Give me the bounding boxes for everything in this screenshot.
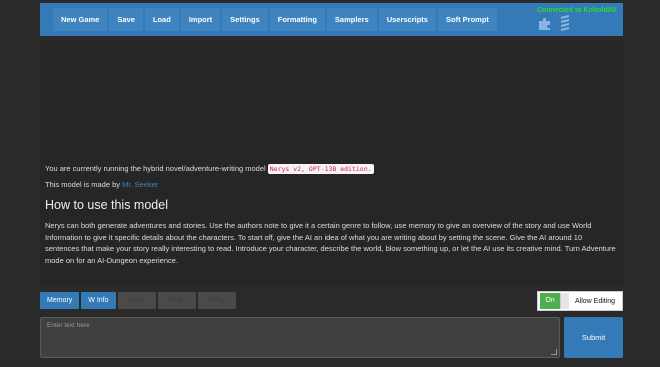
menu-load[interactable]: Load bbox=[144, 8, 179, 31]
retry-button[interactable]: Retry bbox=[197, 292, 236, 309]
puzzle-icon[interactable] bbox=[538, 17, 552, 31]
world-info-button[interactable]: W Info bbox=[81, 292, 116, 309]
resize-grip-icon[interactable] bbox=[551, 349, 557, 355]
allow-editing-label: Allow Editing bbox=[575, 297, 616, 305]
author-link[interactable]: Mr. Seeker bbox=[122, 180, 158, 189]
menu-samplers[interactable]: Samplers bbox=[326, 8, 377, 31]
text-input-container bbox=[40, 317, 560, 358]
story-input[interactable] bbox=[41, 318, 559, 357]
model-name-code: Nerys v2, OPT-13B edition. bbox=[267, 164, 374, 174]
menu-userscripts[interactable]: Userscripts bbox=[378, 8, 436, 31]
menu-soft-prompt[interactable]: Soft Prompt bbox=[437, 8, 497, 31]
top-menu-bar: New Game Save Load Import Settings Forma… bbox=[40, 3, 623, 36]
how-to-heading: How to use this model bbox=[45, 198, 168, 212]
menu-save[interactable]: Save bbox=[109, 8, 143, 31]
made-by-text: This model is made by bbox=[45, 180, 121, 189]
model-description: Nerys can both generate adventures and s… bbox=[45, 221, 616, 265]
redo-button[interactable]: Redo bbox=[157, 292, 196, 309]
menu-import[interactable]: Import bbox=[180, 8, 221, 31]
back-button[interactable]: Back bbox=[117, 292, 156, 309]
made-by-line: This model is made by Mr. Seeker bbox=[45, 180, 158, 189]
menu-settings[interactable]: Settings bbox=[222, 8, 268, 31]
intro-line: You are currently running the hybrid nov… bbox=[45, 164, 374, 174]
connection-status: Connected to KoboldAI! bbox=[536, 7, 617, 14]
toggle-handle[interactable] bbox=[560, 293, 569, 309]
edit-toggle[interactable]: On bbox=[540, 293, 560, 309]
menu-new-game[interactable]: New Game bbox=[53, 8, 108, 31]
memory-button[interactable]: Memory bbox=[40, 292, 80, 309]
action-buttons: Memory W Info Back Redo Retry bbox=[40, 292, 236, 309]
submit-button[interactable]: Submit bbox=[564, 317, 623, 358]
allow-editing-toggle-group: On Allow Editing bbox=[537, 291, 623, 311]
menu-formatting[interactable]: Formatting bbox=[269, 8, 325, 31]
story-area: You are currently running the hybrid nov… bbox=[40, 40, 623, 285]
intro-text: You are currently running the hybrid nov… bbox=[45, 164, 266, 173]
menu-icon[interactable] bbox=[559, 15, 571, 33]
